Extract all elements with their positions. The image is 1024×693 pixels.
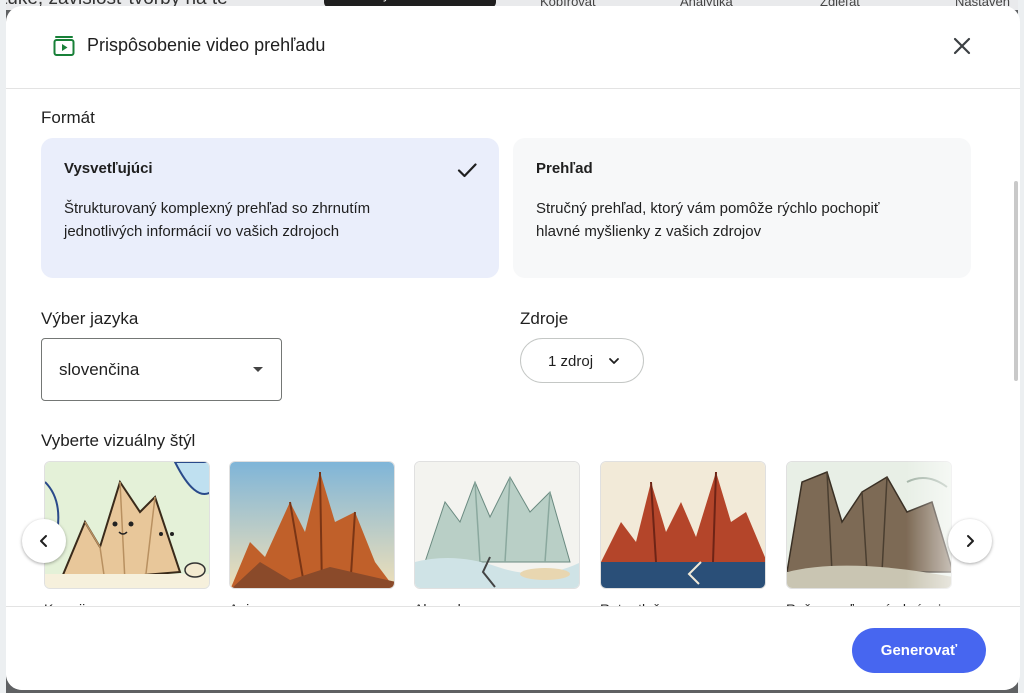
style-thumbnail-anime[interactable] <box>229 461 395 589</box>
dialog-footer: Generovať <box>6 606 1020 690</box>
chevron-left-icon <box>40 535 47 547</box>
anime-mountains-illustration <box>230 462 394 588</box>
dialog-title: Prispôsobenie video prehľadu <box>87 35 326 55</box>
visual-style-carousel: Kawaii Anime Akvarel Retro tlač Ručne ma… <box>6 461 1020 611</box>
carousel-prev-button[interactable] <box>22 519 66 563</box>
video-summary-icon <box>53 36 75 56</box>
style-thumbnail-kawaii[interactable] <box>44 461 210 589</box>
format-option-title: Vysvetľujúci <box>64 160 153 177</box>
generate-button[interactable]: Generovať <box>852 628 986 673</box>
language-label: Výber jazyka <box>41 309 139 328</box>
sources-value: 1 zdroj <box>548 353 594 370</box>
sources-label: Zdroje <box>520 309 569 328</box>
style-thumbnail-retro-print[interactable] <box>600 461 766 589</box>
chevron-down-icon <box>609 358 619 364</box>
format-option-explainer[interactable]: Vysvetľujúci Štrukturovaný komplexný pre… <box>41 138 499 278</box>
format-label: Formát <box>41 108 95 127</box>
check-icon <box>457 163 477 178</box>
language-select[interactable]: slovenčina <box>41 338 282 401</box>
dialog-scrollbar[interactable] <box>1014 181 1018 381</box>
carousel-next-button[interactable] <box>948 519 992 563</box>
visual-style-label: Vyberte vizuálny štýl <box>41 431 196 450</box>
format-option-title: Prehľad <box>536 160 593 177</box>
style-thumbnail-watercolor[interactable] <box>414 461 580 589</box>
language-select-value: slovenčina <box>59 360 140 379</box>
format-option-description: Stručný prehľad, ktorý vám pomôže rýchlo… <box>536 200 880 240</box>
watercolor-mountains-illustration <box>415 462 579 588</box>
format-option-brief[interactable]: Prehľad Stručný prehľad, ktorý vám pomôž… <box>513 138 971 278</box>
format-option-description: Štrukturovaný komplexný prehľad so zhrnu… <box>64 200 371 240</box>
customize-video-overview-dialog: Prispôsobenie video prehľadu Formát Vysv… <box>6 6 1020 690</box>
close-icon[interactable] <box>948 32 976 60</box>
dialog-header: Prispôsobenie video prehľadu <box>6 6 1020 89</box>
retro-print-mountains-illustration <box>601 462 765 588</box>
dropdown-arrow-icon <box>253 367 263 372</box>
cute-mountains-illustration <box>45 462 209 588</box>
sources-dropdown[interactable]: 1 zdroj <box>520 338 644 383</box>
chevron-right-icon <box>967 535 974 547</box>
